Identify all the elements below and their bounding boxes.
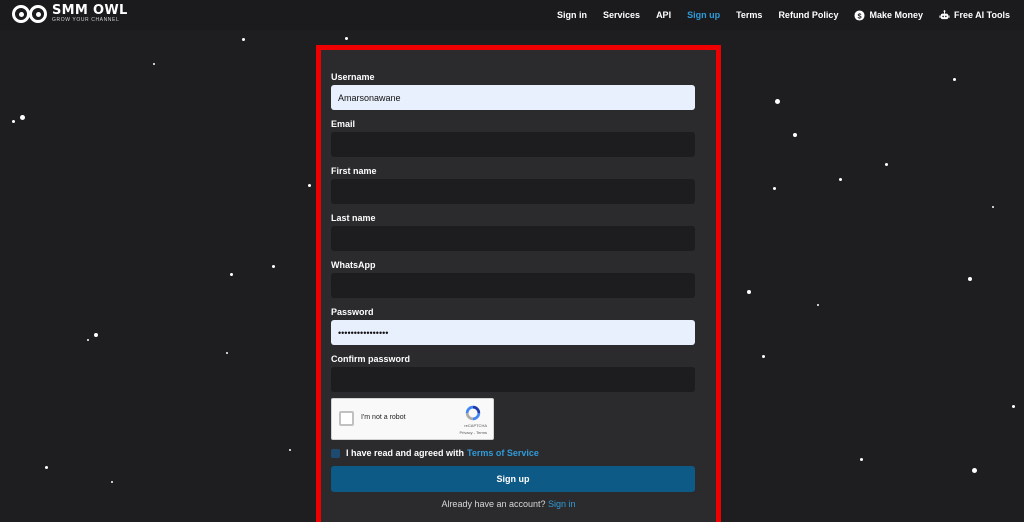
have-account-text: Already have an account? [441, 499, 546, 509]
whatsapp-input[interactable] [331, 273, 695, 298]
nav-api[interactable]: API [656, 10, 671, 20]
nav-links: Sign in Services API Sign up Terms Refun… [541, 0, 1010, 30]
email-input[interactable] [331, 132, 695, 157]
first-name-label: First name [331, 166, 377, 176]
terms-checkbox[interactable] [331, 448, 340, 458]
username-input[interactable] [331, 85, 695, 110]
password-input[interactable] [331, 320, 695, 345]
recaptcha-label: I'm not a robot [361, 414, 406, 421]
recaptcha-privacy-terms[interactable]: Privacy - Terms [460, 430, 487, 435]
nav-free-ai-tools[interactable]: Free AI Tools [939, 9, 1010, 21]
terms-agreement-row: I have read and agreed with Terms of Ser… [331, 448, 539, 458]
dollar-coin-icon: $ [854, 9, 865, 21]
recaptcha-logo-icon [465, 405, 481, 421]
brand-tagline: GROW YOUR CHANNEL [52, 17, 120, 23]
nav-make-money-label: Make Money [869, 10, 923, 20]
last-name-label: Last name [331, 213, 376, 223]
confirm-password-input[interactable] [331, 367, 695, 392]
signup-form-panel: Username Email First name Last name What… [316, 45, 721, 522]
signup-form: Username Email First name Last name What… [321, 50, 711, 522]
nav-refund-policy[interactable]: Refund Policy [778, 10, 838, 20]
nav-services[interactable]: Services [603, 10, 640, 20]
svg-text:$: $ [858, 11, 862, 20]
recaptcha-widget: I'm not a robot reCAPTCHA Privacy - Term… [331, 398, 494, 440]
email-label: Email [331, 119, 356, 129]
recaptcha-checkbox[interactable] [339, 411, 354, 426]
top-navbar: SMM OWL GROW YOUR CHANNEL Sign in Servic… [0, 0, 1024, 30]
password-label: Password [331, 307, 374, 317]
sign-up-button[interactable]: Sign up [331, 466, 695, 492]
confirm-password-label: Confirm password [331, 354, 411, 364]
nav-terms[interactable]: Terms [736, 10, 762, 20]
username-label: Username [331, 72, 375, 82]
first-name-input[interactable] [331, 179, 695, 204]
last-name-input[interactable] [331, 226, 695, 251]
logo[interactable]: SMM OWL GROW YOUR CHANNEL [12, 4, 128, 23]
terms-agreement-text: I have read and agreed with [346, 448, 465, 458]
have-account-row: Already have an account? Sign in [321, 499, 696, 509]
terms-of-service-link[interactable]: Terms of Service [467, 448, 539, 458]
whatsapp-label: WhatsApp [331, 260, 376, 270]
owl-eyes-icon [12, 4, 48, 23]
brand-name: SMM OWL [52, 3, 128, 18]
robot-icon [939, 9, 950, 19]
nav-sign-up[interactable]: Sign up [687, 10, 720, 20]
nav-make-money[interactable]: $ Make Money [854, 9, 923, 21]
nav-free-ai-tools-label: Free AI Tools [953, 10, 1010, 20]
sign-in-link[interactable]: Sign in [548, 499, 576, 509]
recaptcha-brand: reCAPTCHA [464, 423, 487, 428]
nav-sign-in[interactable]: Sign in [557, 10, 587, 20]
